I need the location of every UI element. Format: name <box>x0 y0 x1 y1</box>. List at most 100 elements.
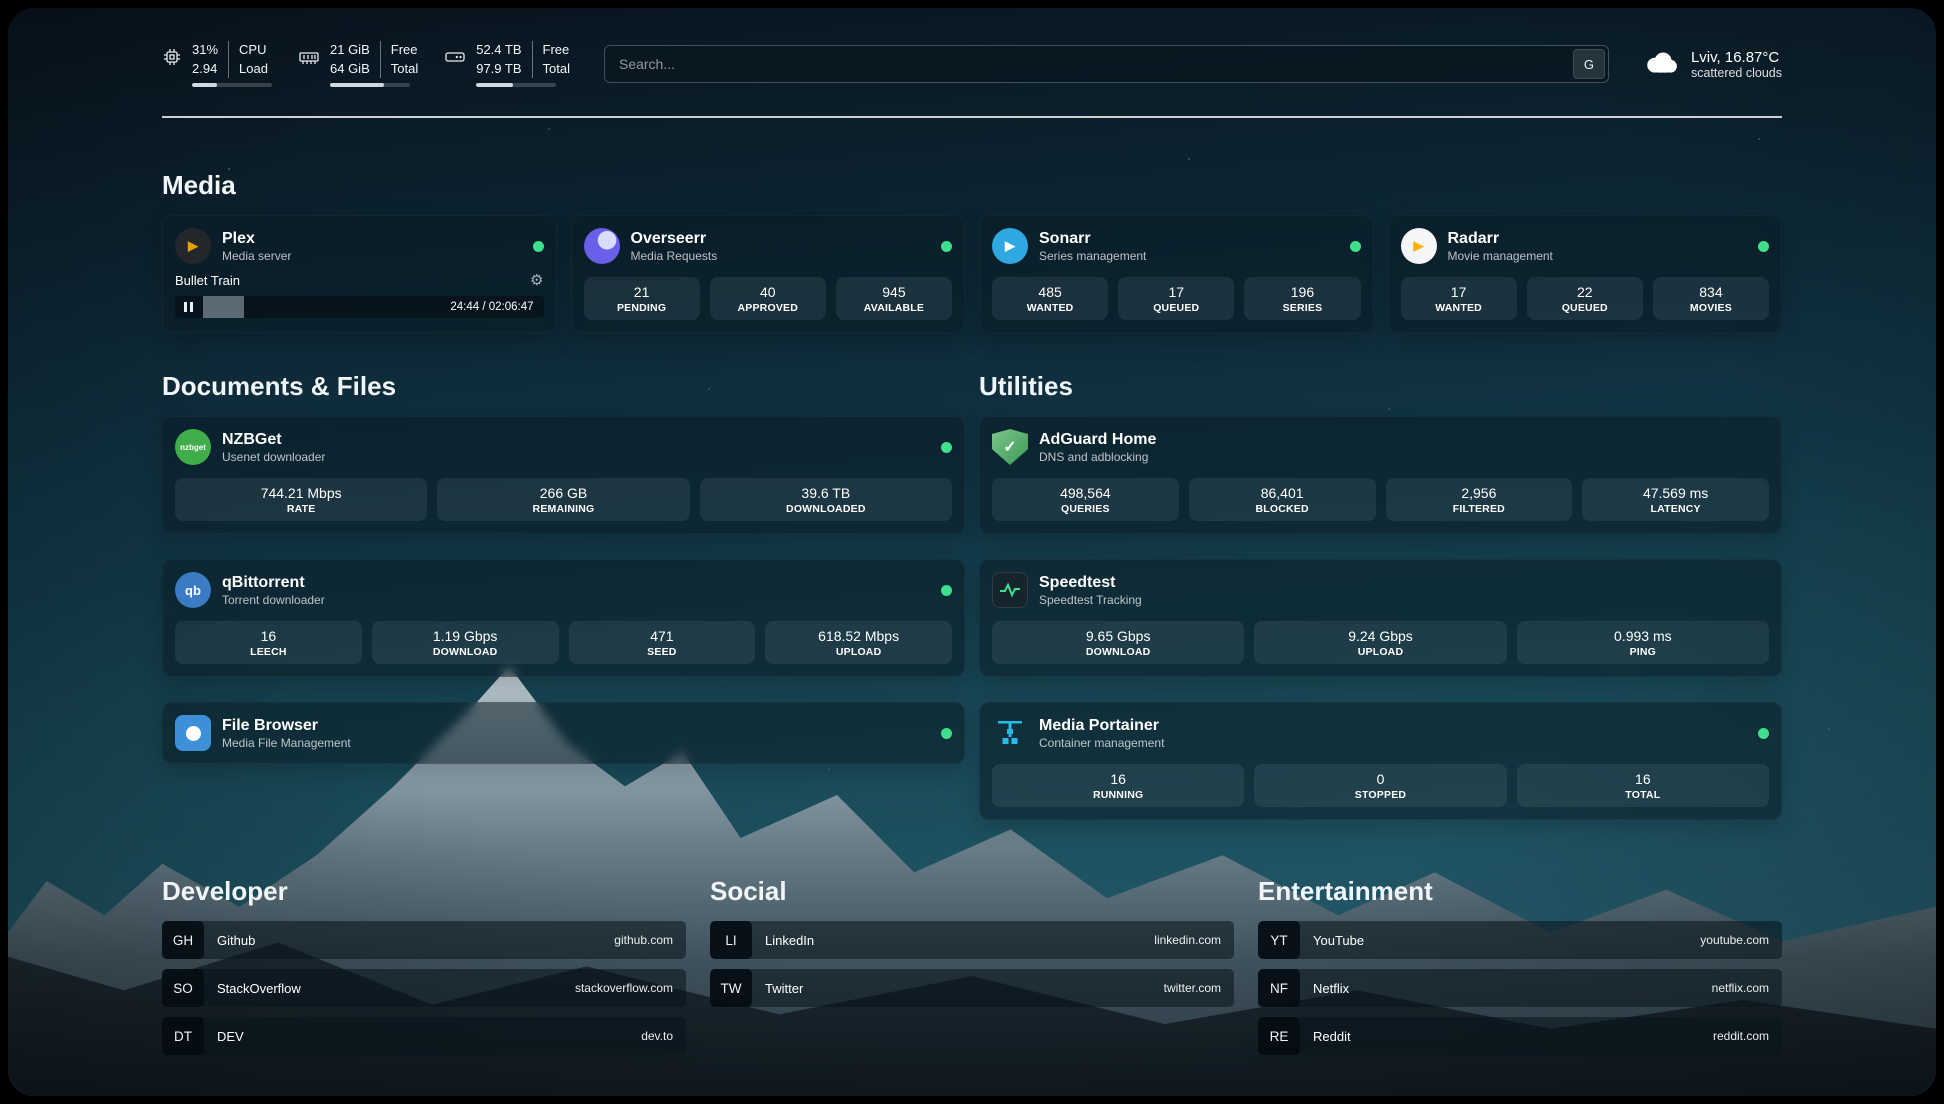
adguard-name: AdGuard Home <box>1039 430 1156 449</box>
speedtest-card[interactable]: Speedtest Speedtest Tracking 9.65 Gbps D… <box>979 559 1782 677</box>
search-input[interactable] <box>605 46 1570 82</box>
section-media: Media ▶ Plex Media server Bullet Train ⚙ <box>162 170 1782 333</box>
dev-badge: DT <box>162 1017 204 1055</box>
social-section-title: Social <box>710 876 1234 907</box>
cpu-value: 31% <box>192 41 218 60</box>
weather-widget: Lviv, 16.87°C scattered clouds <box>1643 49 1782 80</box>
cpu-icon <box>162 47 182 72</box>
bookmark-netflix[interactable]: NF Netflix netflix.com <box>1258 969 1782 1007</box>
qbittorrent-card[interactable]: qb qBittorrent Torrent downloader 16 LEE… <box>162 559 965 677</box>
sonarr-status-dot <box>1350 241 1361 252</box>
overseerr-card[interactable]: Overseerr Media Requests 21 PENDING 40 A… <box>571 215 966 333</box>
radarr-stat-movies: 834 MOVIES <box>1653 277 1769 320</box>
adguard-stat-filtered: 2,956 FILTERED <box>1386 478 1573 521</box>
ram-total-label: Total <box>391 60 418 79</box>
plex-progress-fill <box>203 296 244 318</box>
cloud-icon <box>1643 49 1679 80</box>
qbittorrent-stat-download: 1.19 Gbps DOWNLOAD <box>372 621 559 664</box>
nzbget-stat-rate: 744.21 Mbps RATE <box>175 478 427 521</box>
adguard-stat-blocked: 86,401 BLOCKED <box>1189 478 1376 521</box>
adguard-card[interactable]: ✓ AdGuard Home DNS and adblocking 498,56… <box>979 416 1782 534</box>
bookmark-dev[interactable]: DT DEV dev.to <box>162 1017 686 1055</box>
speedtest-desc: Speedtest Tracking <box>1039 593 1142 607</box>
portainer-stat-stopped: 0 STOPPED <box>1254 764 1506 807</box>
nzbget-status-dot <box>941 442 952 453</box>
search-bar[interactable]: G <box>604 45 1609 83</box>
cpu-progress-bar <box>192 83 272 87</box>
sonarr-icon: ▶ <box>992 228 1028 264</box>
portainer-card[interactable]: Media Portainer Container management 16 … <box>979 702 1782 820</box>
bookmark-reddit[interactable]: RE Reddit reddit.com <box>1258 1017 1782 1055</box>
filebrowser-desc: Media File Management <box>222 736 351 750</box>
radarr-stat-queued: 22 QUEUED <box>1527 277 1643 320</box>
plex-card[interactable]: ▶ Plex Media server Bullet Train ⚙ <box>162 215 557 333</box>
radarr-card[interactable]: ▶ Radarr Movie management 17 WANTED <box>1388 215 1783 333</box>
search-engine-button[interactable]: G <box>1573 49 1605 79</box>
plex-name: Plex <box>222 229 291 248</box>
speedtest-stat-download: 9.65 Gbps DOWNLOAD <box>992 621 1244 664</box>
linkedin-badge: LI <box>710 921 752 959</box>
overseerr-stat-pending: 21 PENDING <box>584 277 700 320</box>
media-section-title: Media <box>162 170 1782 201</box>
plex-desc: Media server <box>222 249 291 263</box>
ram-free-label: Free <box>391 41 418 60</box>
sonarr-stat-series: 196 SERIES <box>1244 277 1360 320</box>
bookmark-stackoverflow[interactable]: SO StackOverflow stackoverflow.com <box>162 969 686 1007</box>
nzbget-name: NZBGet <box>222 430 325 449</box>
overseerr-stat-approved: 40 APPROVED <box>710 277 826 320</box>
bookmark-youtube[interactable]: YT YouTube youtube.com <box>1258 921 1782 959</box>
netflix-badge: NF <box>1258 969 1300 1007</box>
overseerr-name: Overseerr <box>631 229 718 248</box>
snow-particles <box>8 8 10 10</box>
utilities-section-title: Utilities <box>979 371 1782 402</box>
qbittorrent-status-dot <box>941 585 952 596</box>
filebrowser-name: File Browser <box>222 716 351 735</box>
nzbget-desc: Usenet downloader <box>222 450 325 464</box>
disk-progress-fill <box>476 83 513 87</box>
cpu-load-label: Load <box>239 60 268 79</box>
weather-location: Lviv, 16.87°C <box>1691 49 1782 66</box>
top-bar: 31% 2.94 CPU Load <box>162 36 1782 92</box>
stackoverflow-badge: SO <box>162 969 204 1007</box>
speedtest-stat-upload: 9.24 Gbps UPLOAD <box>1254 621 1506 664</box>
pause-icon[interactable] <box>184 302 193 312</box>
overseerr-status-dot <box>941 241 952 252</box>
twitter-badge: TW <box>710 969 752 1007</box>
plex-player-bar[interactable]: 24:44 / 02:06:47 <box>175 296 544 318</box>
radarr-name: Radarr <box>1448 229 1553 248</box>
qbittorrent-stat-seed: 471 SEED <box>569 621 756 664</box>
gear-icon[interactable]: ⚙ <box>530 273 543 288</box>
plex-now-playing-title: Bullet Train <box>175 273 240 288</box>
documents-section-title: Documents & Files <box>162 371 965 402</box>
filebrowser-card[interactable]: File Browser Media File Management <box>162 702 965 764</box>
section-entertainment: Entertainment YT YouTube youtube.com NF … <box>1258 876 1782 1065</box>
nzbget-card[interactable]: nzbget NZBGet Usenet downloader 744.21 M… <box>162 416 965 534</box>
bookmark-github[interactable]: GH Github github.com <box>162 921 686 959</box>
cpu-label: CPU <box>239 41 268 60</box>
ram-icon <box>298 47 320 72</box>
adguard-shield-icon: ✓ <box>992 429 1028 465</box>
section-social: Social LI LinkedIn linkedin.com TW Twitt… <box>710 876 1234 1065</box>
disk-total-label: Total <box>543 60 570 79</box>
portainer-desc: Container management <box>1039 736 1164 750</box>
speedtest-name: Speedtest <box>1039 573 1142 592</box>
github-badge: GH <box>162 921 204 959</box>
disk-metric: 52.4 TB 97.9 TB Free Total <box>444 41 570 88</box>
plex-playback-time: 24:44 / 02:06:47 <box>450 301 543 313</box>
disk-total-value: 97.9 TB <box>476 60 521 79</box>
sonarr-desc: Series management <box>1039 249 1146 263</box>
cpu-load-value: 2.94 <box>192 60 218 79</box>
nzbget-icon: nzbget <box>175 429 211 465</box>
adguard-stat-queries: 498,564 QUERIES <box>992 478 1179 521</box>
filebrowser-status-dot <box>941 728 952 739</box>
sonarr-card[interactable]: ▶ Sonarr Series management 485 WANTED <box>979 215 1374 333</box>
bookmark-linkedin[interactable]: LI LinkedIn linkedin.com <box>710 921 1234 959</box>
developer-section-title: Developer <box>162 876 686 907</box>
overseerr-desc: Media Requests <box>631 249 718 263</box>
ram-progress-bar <box>330 83 410 87</box>
portainer-status-dot <box>1758 728 1769 739</box>
sonarr-stat-queued: 17 QUEUED <box>1118 277 1234 320</box>
cpu-progress-fill <box>192 83 217 87</box>
bookmark-twitter[interactable]: TW Twitter twitter.com <box>710 969 1234 1007</box>
reddit-badge: RE <box>1258 1017 1300 1055</box>
